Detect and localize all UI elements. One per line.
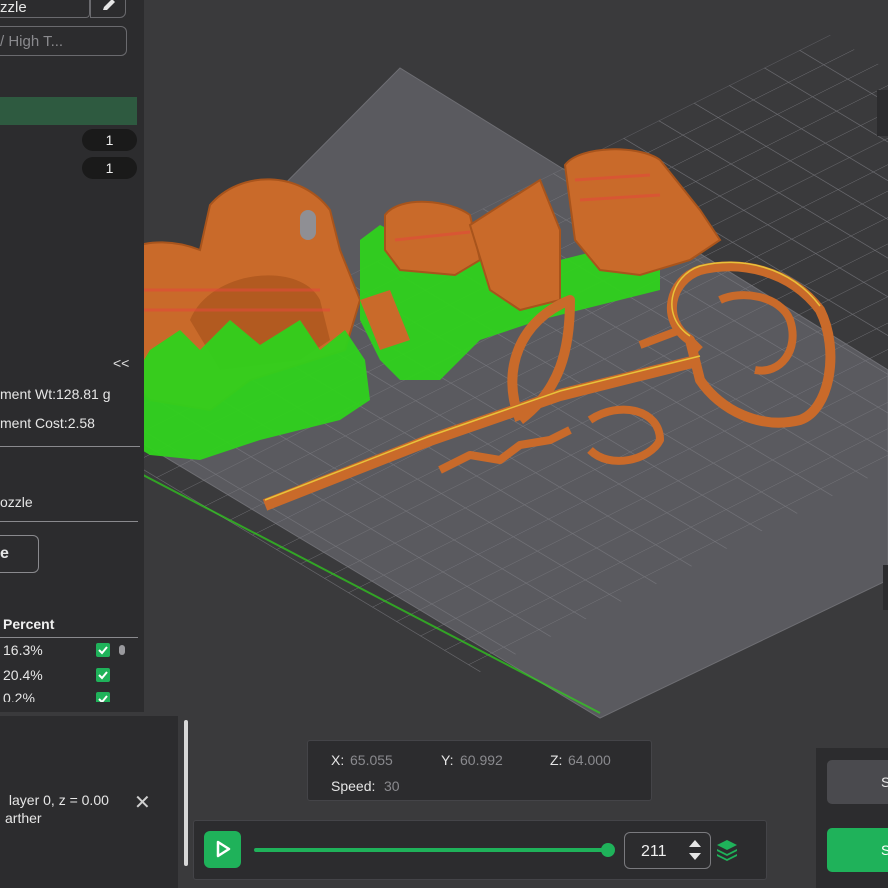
check-icon: [98, 646, 108, 655]
edit-button[interactable]: [90, 0, 126, 18]
filament-cost: ment Cost:2.58: [0, 415, 95, 431]
nozzle-selector[interactable]: zzle: [0, 0, 90, 18]
check-icon: [98, 671, 108, 680]
count-pill-1[interactable]: 1: [82, 129, 137, 151]
divider: [0, 521, 138, 522]
scroll-handle[interactable]: [119, 645, 125, 655]
right-panel-tab[interactable]: [877, 90, 888, 136]
filament-weight: ment Wt:128.81 g: [0, 386, 111, 402]
position-readout: X: 65.055 Y: 60.992 Z: 64.000 Speed: 30: [307, 740, 652, 801]
stepper-arrows-icon[interactable]: [688, 838, 702, 862]
count-pill-2[interactable]: 1: [82, 157, 137, 179]
secondary-action-button[interactable]: S: [827, 760, 888, 804]
check-icon: [98, 695, 108, 702]
x-label: X:: [331, 752, 345, 768]
divider: [0, 446, 140, 447]
speed-label: Speed:: [331, 778, 376, 794]
selected-plate-row[interactable]: [0, 97, 137, 125]
right-panel-tab[interactable]: [883, 565, 888, 610]
percent-row: 0.2%: [3, 690, 35, 702]
play-button[interactable]: [204, 831, 241, 868]
panel-splitter[interactable]: [184, 720, 188, 866]
nozzle-label: zzle: [0, 0, 27, 16]
notification-text: layer 0, z = 0.00 arther: [5, 792, 109, 826]
z-value: 64.000: [568, 752, 611, 768]
play-icon: [216, 840, 231, 858]
visibility-checkbox[interactable]: [96, 668, 110, 682]
pencil-icon: [103, 0, 115, 10]
layer-slider-thumb[interactable]: [601, 843, 615, 857]
percent-row: 16.3%: [3, 642, 43, 658]
y-label: Y:: [441, 752, 454, 768]
close-icon[interactable]: ✕: [134, 790, 151, 815]
percent-row-clip: 0.2%: [0, 690, 144, 702]
collapse-button[interactable]: <<: [113, 355, 129, 371]
primary-action-button[interactable]: S: [827, 828, 888, 872]
layers-icon[interactable]: [715, 838, 739, 862]
visibility-checkbox[interactable]: [96, 692, 110, 702]
layer-slider-track[interactable]: [254, 848, 610, 852]
visibility-checkbox[interactable]: [96, 643, 110, 657]
slice-button[interactable]: e: [0, 535, 39, 573]
percent-header: Percent: [3, 616, 55, 632]
speed-value: 30: [384, 778, 400, 794]
filter-input[interactable]: / High T...: [0, 26, 127, 56]
y-value: 60.992: [460, 752, 503, 768]
filter-placeholder: / High T...: [0, 33, 64, 50]
percent-row: 20.4%: [3, 667, 43, 683]
x-value: 65.055: [350, 752, 393, 768]
divider: [0, 637, 138, 638]
nozzle-text: ozzle: [0, 494, 33, 510]
z-label: Z:: [550, 752, 563, 768]
notification-panel: layer 0, z = 0.00 arther: [0, 716, 178, 888]
